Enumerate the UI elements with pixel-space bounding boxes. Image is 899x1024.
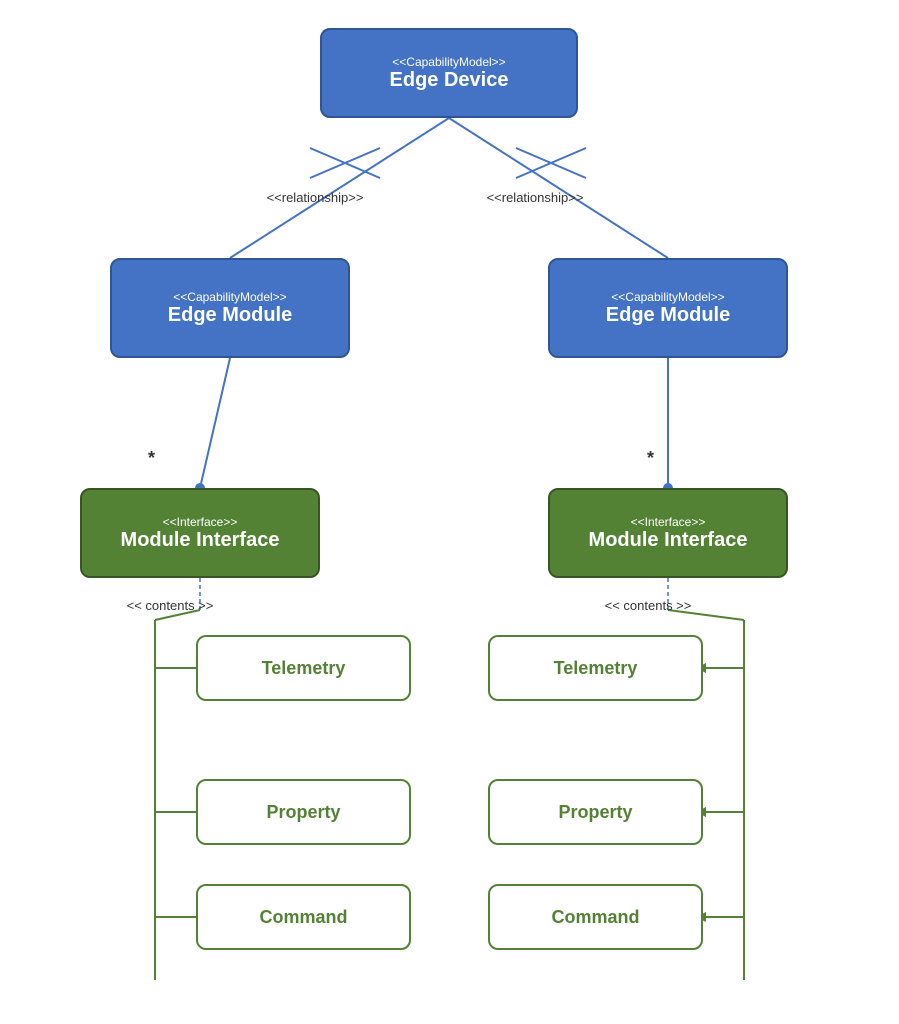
multiplicity-right: * (647, 448, 654, 469)
relationship-label-left: <<relationship>> (235, 190, 395, 205)
relationship-label-right: <<relationship>> (455, 190, 615, 205)
command-left-label: Command (259, 907, 347, 928)
property-right-label: Property (558, 802, 632, 823)
property-right-box: Property (488, 779, 703, 845)
contents-label-left: << contents >> (80, 598, 260, 613)
edge-module-right-box: <<CapabilityModel>> Edge Module (548, 258, 788, 358)
property-left-box: Property (196, 779, 411, 845)
edge-module-right-label: Edge Module (606, 304, 730, 327)
diagram: <<CapabilityModel>> Edge Device <<relati… (0, 0, 899, 1024)
module-interface-left-label: Module Interface (121, 529, 280, 552)
property-left-label: Property (266, 802, 340, 823)
edge-module-left-stereotype: <<CapabilityModel>> (173, 290, 286, 304)
telemetry-left-label: Telemetry (262, 658, 346, 679)
telemetry-right-label: Telemetry (554, 658, 638, 679)
module-interface-right-stereotype: <<Interface>> (631, 515, 706, 529)
contents-label-right: << contents >> (548, 598, 748, 613)
command-right-box: Command (488, 884, 703, 950)
module-interface-left-box: <<Interface>> Module Interface (80, 488, 320, 578)
module-interface-left-stereotype: <<Interface>> (163, 515, 238, 529)
edge-module-left-label: Edge Module (168, 304, 292, 327)
module-interface-right-box: <<Interface>> Module Interface (548, 488, 788, 578)
multiplicity-left: * (148, 448, 155, 469)
edge-device-stereotype: <<CapabilityModel>> (392, 55, 505, 69)
edge-device-label: Edge Device (390, 69, 509, 92)
command-left-box: Command (196, 884, 411, 950)
edge-module-right-stereotype: <<CapabilityModel>> (611, 290, 724, 304)
edge-module-left-box: <<CapabilityModel>> Edge Module (110, 258, 350, 358)
telemetry-left-box: Telemetry (196, 635, 411, 701)
module-interface-right-label: Module Interface (589, 529, 748, 552)
edge-device-box: <<CapabilityModel>> Edge Device (320, 28, 578, 118)
command-right-label: Command (551, 907, 639, 928)
telemetry-right-box: Telemetry (488, 635, 703, 701)
